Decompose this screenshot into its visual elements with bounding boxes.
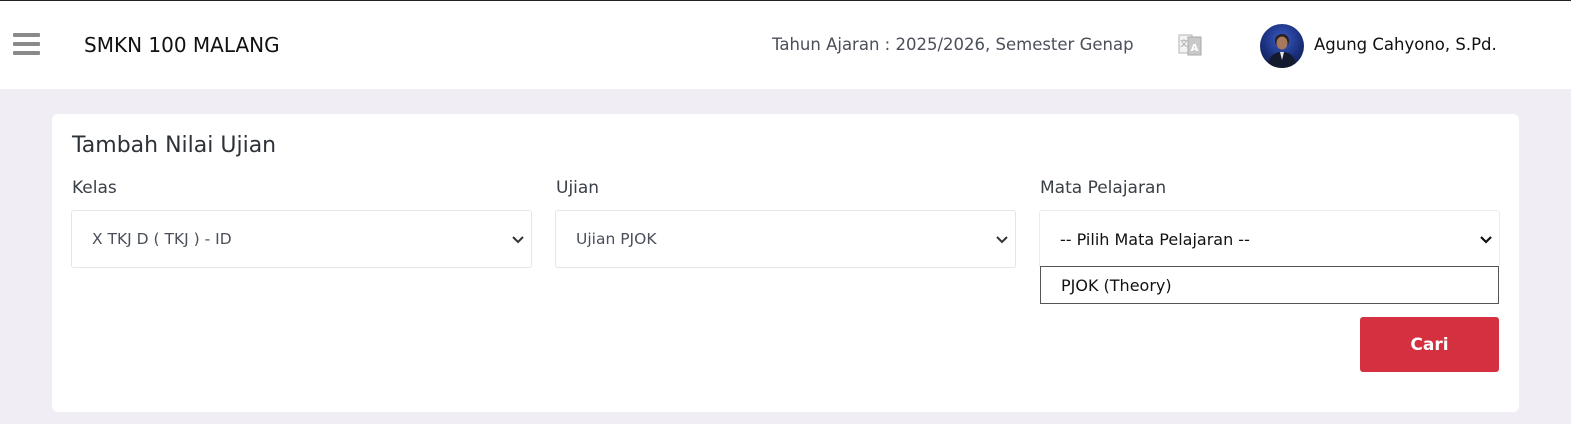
- svg-text:A: A: [1191, 43, 1199, 54]
- chevron-down-icon: [512, 236, 524, 244]
- ujian-label: Ujian: [556, 178, 600, 198]
- kelas-selected-value: X TKJ D ( TKJ ) - ID: [92, 230, 232, 248]
- svg-text:文: 文: [1180, 38, 1188, 48]
- search-button[interactable]: Cari: [1360, 317, 1499, 372]
- dropdown-option[interactable]: PJOK (Theory): [1061, 276, 1172, 295]
- translate-icon[interactable]: A 文: [1178, 32, 1202, 58]
- mapel-selected-value: -- Pilih Mata Pelajaran --: [1060, 230, 1250, 249]
- page-title: Tambah Nilai Ujian: [72, 133, 277, 158]
- mapel-select[interactable]: -- Pilih Mata Pelajaran --: [1039, 210, 1500, 268]
- chevron-down-icon: [996, 236, 1008, 244]
- add-exam-score-card: Tambah Nilai Ujian Kelas X TKJ D ( TKJ )…: [52, 114, 1519, 412]
- avatar[interactable]: [1260, 24, 1304, 68]
- academic-year-info: Tahun Ajaran : 2025/2026, Semester Genap: [772, 35, 1134, 54]
- kelas-select[interactable]: X TKJ D ( TKJ ) - ID: [71, 210, 532, 268]
- mapel-dropdown-list: PJOK (Theory): [1040, 266, 1499, 304]
- kelas-label: Kelas: [72, 178, 117, 198]
- chevron-down-icon: [1480, 236, 1492, 244]
- mapel-label: Mata Pelajaran: [1040, 178, 1167, 198]
- hamburger-menu-icon[interactable]: [13, 33, 40, 57]
- user-name[interactable]: Agung Cahyono, S.Pd.: [1314, 35, 1497, 54]
- top-navbar: SMKN 100 MALANG Tahun Ajaran : 2025/2026…: [0, 0, 1571, 89]
- school-name: SMKN 100 MALANG: [84, 33, 280, 57]
- ujian-select[interactable]: Ujian PJOK: [555, 210, 1016, 268]
- ujian-selected-value: Ujian PJOK: [576, 230, 657, 248]
